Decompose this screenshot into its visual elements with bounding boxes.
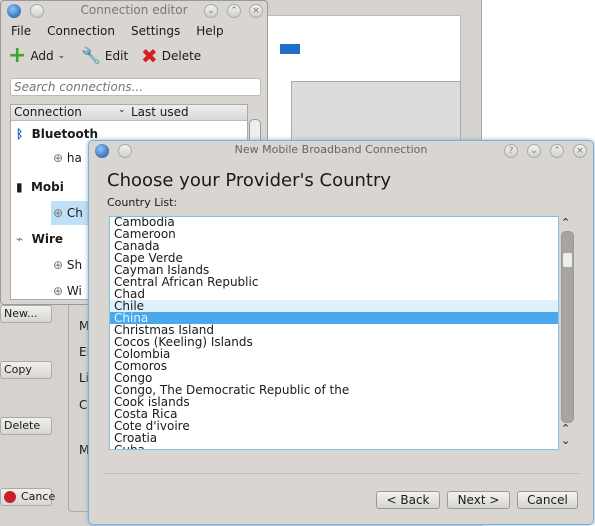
background-browser-screenshot bbox=[265, 15, 461, 144]
dialog-cancel-button[interactable]: Cancel bbox=[517, 491, 578, 509]
delete-button[interactable]: Delete bbox=[0, 417, 52, 435]
country-list-item[interactable]: Chad bbox=[110, 288, 558, 300]
group-label: Wire bbox=[31, 232, 63, 246]
search-input[interactable] bbox=[10, 78, 261, 96]
connection-icon: ⊕ bbox=[53, 151, 64, 165]
separator bbox=[104, 473, 579, 474]
scroll-down-arrow[interactable]: ⌄ bbox=[561, 434, 570, 447]
country-list[interactable]: Cambodia Cameroon Canada Cape Verde Cayman I… bbox=[109, 216, 559, 450]
wrench-icon: 🔧 bbox=[81, 46, 101, 65]
plus-icon: + bbox=[8, 43, 27, 68]
label: C bbox=[79, 398, 88, 412]
minimize-button[interactable]: ⌄ bbox=[204, 4, 218, 18]
page-heading: Choose your Provider's Country bbox=[107, 170, 392, 191]
group-label: Mobi bbox=[30, 180, 64, 194]
copy-button[interactable]: Copy bbox=[0, 361, 52, 379]
sort-chevron-icon: ⌄ bbox=[118, 105, 126, 115]
mobile-phone-icon: ▮ bbox=[16, 180, 23, 194]
menu-help[interactable]: Help bbox=[196, 24, 223, 38]
connection-icon: ⊕ bbox=[53, 284, 64, 298]
new-mobile-broadband-dialog: New Mobile Broadband Connection ? ⌄ ⌃ × … bbox=[88, 140, 594, 525]
scrollbar-track[interactable] bbox=[561, 231, 574, 423]
help-button[interactable]: ? bbox=[504, 144, 518, 158]
menu-file[interactable]: File bbox=[11, 24, 31, 38]
country-list-item[interactable]: Cocos (Keeling) Islands bbox=[110, 336, 558, 348]
maximize-button[interactable]: ⌃ bbox=[227, 4, 241, 18]
tree-header: Connection ⌄ Last used bbox=[11, 105, 247, 121]
country-list-item[interactable]: Chile bbox=[110, 300, 558, 312]
connection-icon: ⊕ bbox=[53, 206, 64, 220]
minimize-button[interactable]: ⌄ bbox=[527, 144, 541, 158]
next-button[interactable]: Next > bbox=[447, 491, 510, 509]
country-list-item[interactable]: Cook islands bbox=[110, 396, 558, 408]
delete-x-icon: ✖ bbox=[141, 44, 158, 68]
country-list-item[interactable]: Colombia bbox=[110, 348, 558, 360]
add-label: Add bbox=[30, 49, 54, 63]
chevron-down-icon[interactable]: ⌄ bbox=[58, 51, 66, 61]
group-label: Bluetooth bbox=[31, 127, 99, 141]
browser-button bbox=[280, 44, 300, 54]
country-list-item[interactable]: Comoros bbox=[110, 360, 558, 372]
scroll-up-arrow[interactable]: ⌃ bbox=[561, 216, 570, 229]
country-list-item[interactable]: Cote d'ivoire bbox=[110, 420, 558, 432]
delete-label: Delete bbox=[161, 49, 202, 63]
modem-window-thumbnail bbox=[291, 81, 461, 144]
item-label: Sh bbox=[66, 258, 83, 272]
menu-settings[interactable]: Settings bbox=[131, 24, 180, 38]
maximize-button[interactable]: ⌃ bbox=[550, 144, 564, 158]
column-connection[interactable]: Connection bbox=[14, 105, 82, 119]
cancel-button[interactable]: Cance bbox=[0, 488, 56, 506]
country-list-item[interactable]: Cuba bbox=[110, 444, 558, 449]
close-button[interactable]: × bbox=[573, 144, 587, 158]
bluetooth-icon: ᛒ bbox=[16, 127, 24, 141]
cancel-label: Cance bbox=[21, 490, 56, 503]
wired-icon: ⌁ bbox=[16, 232, 24, 246]
delete-toolbar-button[interactable]: ✖ Delete bbox=[141, 46, 201, 66]
country-list-item[interactable]: Cambodia bbox=[110, 217, 558, 228]
country-list-item[interactable]: Central African Republic bbox=[110, 276, 558, 288]
scrollbar-thumb[interactable] bbox=[563, 253, 572, 268]
tree-group-mobile[interactable]: ▮ Mobi bbox=[16, 175, 64, 199]
back-button[interactable]: < Back bbox=[376, 491, 440, 509]
menubar: File Connection Settings Help bbox=[11, 24, 240, 38]
country-list-item[interactable]: Croatia bbox=[110, 432, 558, 444]
item-label: Wi bbox=[66, 284, 82, 298]
new-button[interactable]: New... bbox=[0, 305, 52, 323]
column-last-used[interactable]: Last used bbox=[131, 105, 189, 119]
cancel-icon bbox=[4, 491, 16, 503]
close-button[interactable]: × bbox=[249, 4, 263, 18]
edit-button[interactable]: 🔧 Edit bbox=[81, 46, 128, 65]
country-list-item[interactable]: Cameroon bbox=[110, 228, 558, 240]
tree-item[interactable]: ⊕ Wi bbox=[53, 279, 82, 303]
edit-label: Edit bbox=[104, 48, 129, 63]
add-button[interactable]: + Add ⌄ bbox=[8, 43, 66, 68]
tree-group-wired[interactable]: ⌁ Wire bbox=[16, 227, 63, 251]
item-label: Ch bbox=[66, 206, 83, 220]
tree-item[interactable]: ⊕ Sh bbox=[53, 253, 82, 277]
country-list-label: Country List: bbox=[107, 196, 178, 209]
connection-icon: ⊕ bbox=[53, 258, 64, 272]
menu-connection[interactable]: Connection bbox=[47, 24, 115, 38]
